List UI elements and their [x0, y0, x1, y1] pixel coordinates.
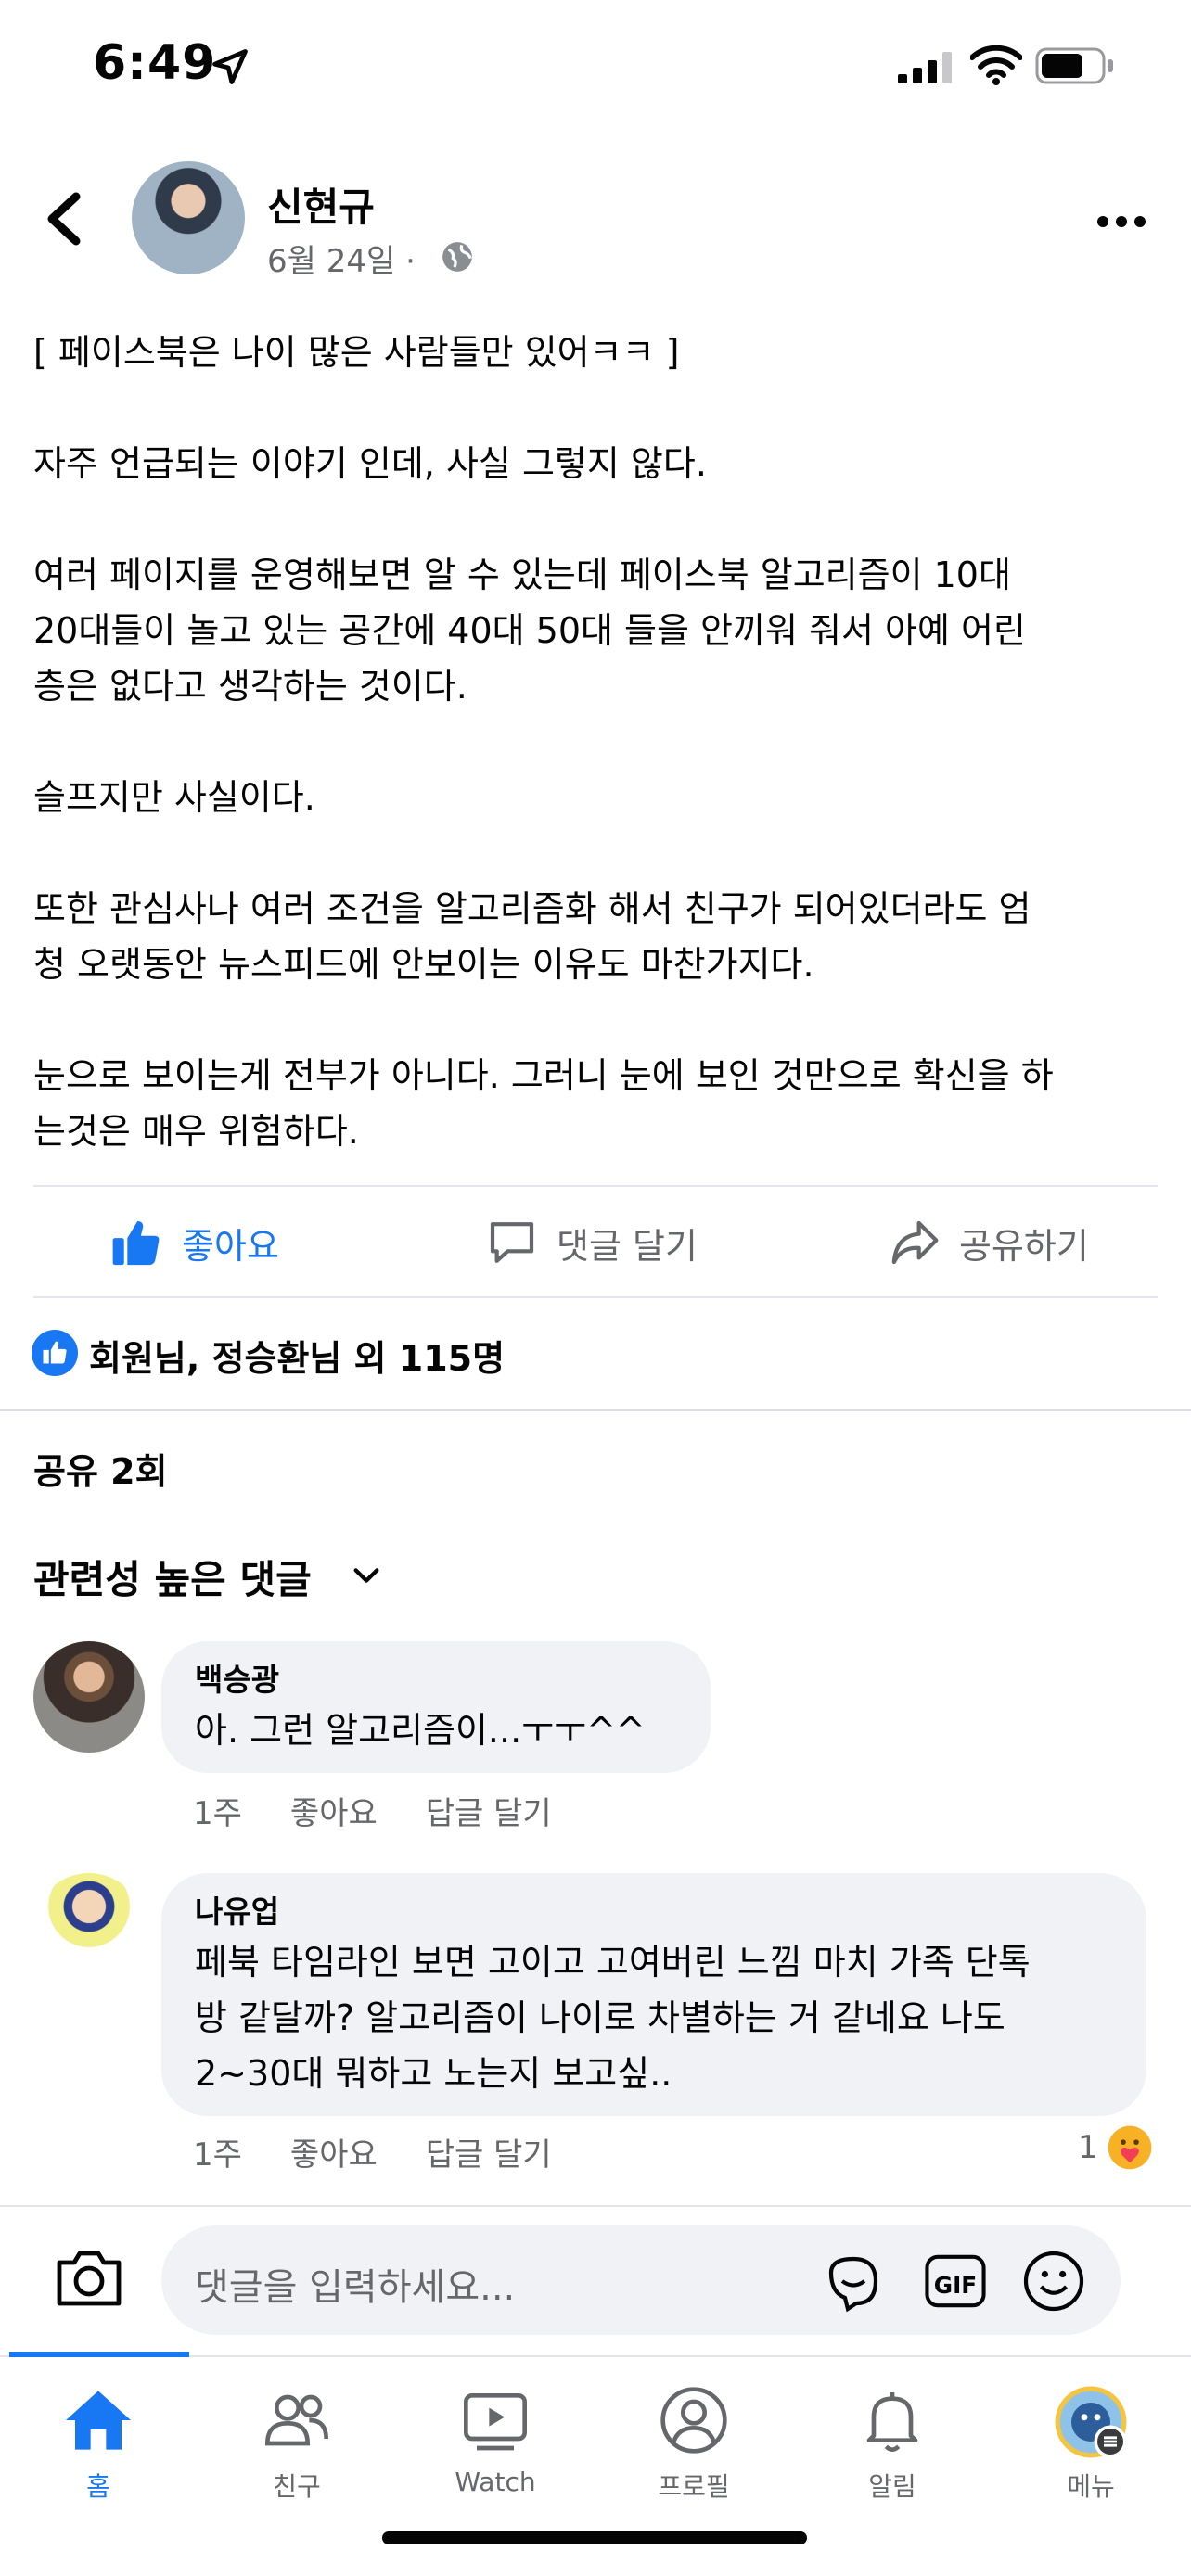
share-count[interactable]: 공유 2회: [33, 1443, 168, 1494]
comment-bubble: 백승광 아. 그런 알고리즘이...ㅜㅜ^^: [161, 1641, 711, 1773]
tab-home[interactable]: 홈: [6, 2383, 191, 2504]
gif-icon[interactable]: GIF: [922, 2251, 989, 2311]
svg-text:GIF: GIF: [934, 2272, 977, 2299]
share-label: 공유하기: [959, 1225, 1089, 1267]
comment-like-button[interactable]: 좋아요: [290, 1788, 378, 1833]
divider: [33, 1296, 1158, 1298]
tab-label: 프로필: [658, 2471, 730, 2502]
tab-profile[interactable]: 프로필: [601, 2383, 787, 2504]
comment-meta: 1주 좋아요 답글 달기: [193, 2129, 600, 2174]
section-divider: [0, 1409, 1191, 1411]
comment-bubble: 나유업 페북 타임라인 보면 고이고 고여버린 느낌 마치 가족 단톡 방 같달…: [161, 1873, 1146, 2116]
commenter-avatar[interactable]: [33, 1641, 145, 1753]
location-arrow-icon: [212, 49, 248, 84]
comment-reaction-count[interactable]: 1: [1078, 2129, 1098, 2166]
tab-menu[interactable]: 메뉴: [998, 2383, 1184, 2504]
tab-watch[interactable]: Watch: [403, 2383, 588, 2497]
post-date[interactable]: 6월 24일 ·: [267, 236, 416, 281]
share-arrow-icon: [891, 1220, 939, 1265]
like-reaction-icon: [32, 1330, 78, 1376]
post-text: [ 페이스북은 나이 많은 사람들만 있어ㅋㅋ ] 자주 언급되는 이야기 인데…: [33, 332, 1054, 1152]
post-author[interactable]: 신현규: [267, 176, 375, 233]
author-avatar[interactable]: [132, 161, 245, 274]
friends-icon: [264, 2394, 328, 2446]
camera-icon[interactable]: [54, 2248, 124, 2309]
comment-label: 댓글 달기: [557, 1225, 698, 1267]
comment-sort-label[interactable]: 관련성 높은 댓글: [33, 1549, 312, 1605]
tab-label: 홈: [86, 2471, 110, 2502]
menu-avatar: [1055, 2386, 1127, 2458]
comment-text: 아. 그런 알고리즘이...ㅜㅜ^^: [195, 1710, 646, 1751]
comment-bubble-icon: [490, 1222, 534, 1263]
home-icon: [66, 2391, 131, 2450]
sticker-icon[interactable]: [820, 2248, 887, 2315]
care-reaction-icon: [1108, 2125, 1152, 2170]
comment-like-button[interactable]: 좋아요: [290, 2129, 378, 2174]
commenter-avatar[interactable]: [33, 1873, 145, 1984]
tab-label: 친구: [273, 2471, 321, 2502]
tab-label: Watch: [455, 2467, 536, 2497]
bell-icon: [866, 2392, 918, 2452]
comment-input-placeholder: 댓글을 입력하세요...: [195, 2266, 516, 2309]
like-button[interactable]: 좋아요: [109, 1205, 279, 1280]
share-button[interactable]: 공유하기: [889, 1205, 1089, 1280]
active-tab-indicator: [9, 2352, 189, 2357]
chevron-down-icon[interactable]: [351, 1562, 382, 1589]
composer-divider: [0, 2205, 1191, 2207]
tab-label: 알림: [868, 2471, 916, 2502]
back-icon[interactable]: [43, 191, 83, 247]
tab-label: 메뉴: [1067, 2471, 1115, 2502]
battery-icon: [1035, 47, 1113, 84]
tab-friends[interactable]: 친구: [204, 2383, 390, 2504]
like-label: 좋아요: [182, 1225, 279, 1267]
comment-button[interactable]: 댓글 달기: [486, 1205, 698, 1280]
commenter-name[interactable]: 나유업: [195, 1890, 1115, 1934]
comment-reply-button[interactable]: 답글 달기: [426, 2129, 552, 2174]
comment-time: 1주: [193, 2136, 242, 2174]
status-time: 6:49: [93, 35, 217, 91]
comment-meta: 1주 좋아요 답글 달기: [193, 1788, 600, 1833]
divider: [33, 1185, 1158, 1187]
emoji-icon[interactable]: [1020, 2248, 1087, 2315]
cellular-signal-icon: [898, 52, 952, 83]
comment-time: 1주: [193, 1795, 242, 1832]
commenter-name[interactable]: 백승광: [195, 1658, 679, 1702]
home-indicator: [382, 2531, 807, 2544]
profile-icon: [660, 2387, 727, 2454]
watch-icon: [464, 2393, 527, 2451]
reaction-summary[interactable]: 회원님, 정승환님 외 115명: [89, 1330, 505, 1381]
tab-notifications[interactable]: 알림: [800, 2383, 985, 2504]
thumbs-up-icon: [112, 1221, 160, 1266]
more-options-icon[interactable]: [1096, 215, 1146, 228]
globe-icon: [442, 242, 472, 272]
comment-reply-button[interactable]: 답글 달기: [426, 1788, 552, 1833]
comment-text: 페북 타임라인 보면 고이고 고여버린 느낌 마치 가족 단톡 방 같달까? 알…: [195, 1942, 1031, 2094]
wifi-icon: [970, 45, 1022, 85]
